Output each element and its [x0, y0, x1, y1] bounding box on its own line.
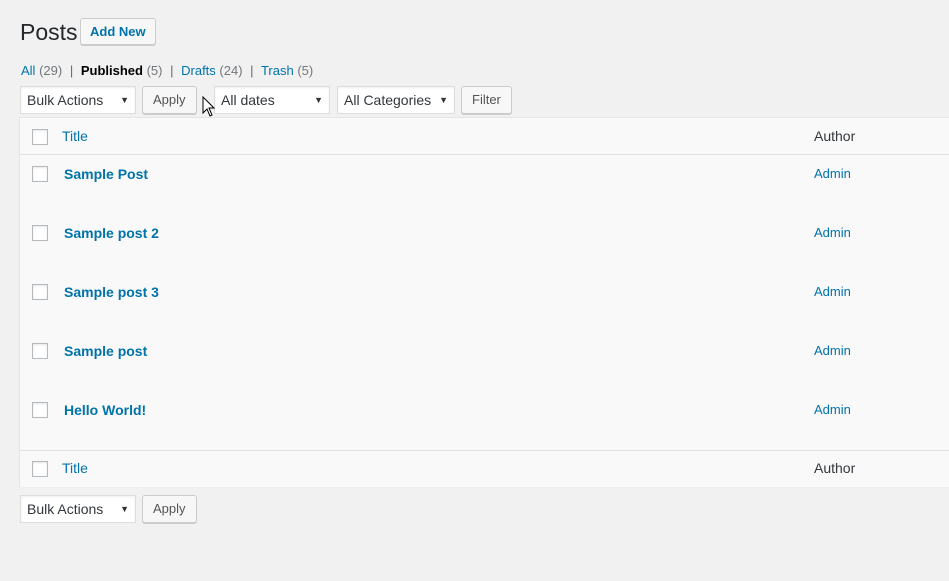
post-author-link[interactable]: Admin — [814, 225, 851, 240]
status-filter-links: All (29) | Published (5) | Drafts (24) |… — [21, 63, 313, 78]
column-footer-author: Author — [814, 460, 856, 476]
bulk-actions-select-bottom[interactable]: Bulk Actions ▼ — [20, 495, 136, 523]
triangle-down-icon: ▼ — [120, 95, 129, 105]
filter-button[interactable]: Filter — [461, 86, 512, 114]
filter-trash-count: (5) — [297, 63, 314, 78]
row-checkbox[interactable] — [32, 402, 48, 418]
table-row: Hello World! Admin — [20, 391, 949, 450]
filter-trash-link[interactable]: Trash — [261, 63, 294, 78]
mouse-pointer-icon — [202, 96, 216, 117]
post-title-link[interactable]: Sample Post — [64, 166, 148, 182]
posts-table: Title Author Sample Post Admin Sample po… — [19, 117, 949, 487]
apply-button-bottom[interactable]: Apply — [142, 495, 197, 523]
post-title-link[interactable]: Sample post — [64, 343, 147, 359]
select-all-checkbox[interactable] — [32, 129, 48, 145]
category-filter-value: All Categories — [344, 92, 432, 108]
row-checkbox[interactable] — [32, 225, 48, 241]
post-author-link[interactable]: Admin — [814, 343, 851, 358]
table-row: Sample Post Admin — [20, 155, 949, 214]
row-checkbox[interactable] — [32, 284, 48, 300]
post-title-link[interactable]: Sample post 3 — [64, 284, 159, 300]
table-row: Sample post Admin — [20, 332, 949, 391]
triangle-down-icon: ▼ — [314, 95, 323, 105]
filter-separator: | — [69, 63, 74, 78]
filter-all-count: (29) — [39, 63, 63, 78]
bulk-actions-select-top[interactable]: Bulk Actions ▼ — [20, 86, 136, 114]
page-title: Posts — [20, 19, 78, 45]
post-title-link[interactable]: Sample post 2 — [64, 225, 159, 241]
row-checkbox[interactable] — [32, 343, 48, 359]
filter-all-link[interactable]: All — [21, 63, 35, 78]
table-row: Sample post 2 Admin — [20, 214, 949, 273]
row-checkbox[interactable] — [32, 166, 48, 182]
table-header: Title Author — [20, 118, 949, 155]
triangle-down-icon: ▼ — [439, 95, 448, 105]
filter-drafts-count: (24) — [219, 63, 243, 78]
post-author-link[interactable]: Admin — [814, 402, 851, 417]
post-author-link[interactable]: Admin — [814, 284, 851, 299]
column-header-author: Author — [814, 128, 856, 144]
column-header-title[interactable]: Title — [62, 128, 88, 144]
post-author-link[interactable]: Admin — [814, 166, 851, 181]
category-filter-select[interactable]: All Categories ▼ — [337, 86, 455, 114]
table-footer: Title Author — [20, 450, 949, 487]
select-all-checkbox-footer[interactable] — [32, 461, 48, 477]
column-footer-title[interactable]: Title — [62, 460, 88, 476]
filter-published-count: (5) — [146, 63, 163, 78]
filter-drafts-link[interactable]: Drafts — [181, 63, 216, 78]
triangle-down-icon: ▼ — [120, 504, 129, 514]
add-new-button[interactable]: Add New — [80, 18, 156, 45]
filter-separator: | — [170, 63, 174, 78]
table-row: Sample post 3 Admin — [20, 273, 949, 332]
filter-separator: | — [250, 63, 254, 78]
apply-button-top[interactable]: Apply — [142, 86, 197, 114]
bulk-actions-value: Bulk Actions — [27, 501, 104, 517]
date-filter-select[interactable]: All dates ▼ — [214, 86, 330, 114]
bulk-actions-value: Bulk Actions — [27, 92, 104, 108]
filter-published-link[interactable]: Published — [81, 63, 143, 78]
date-filter-value: All dates — [221, 92, 275, 108]
post-title-link[interactable]: Hello World! — [64, 402, 146, 418]
